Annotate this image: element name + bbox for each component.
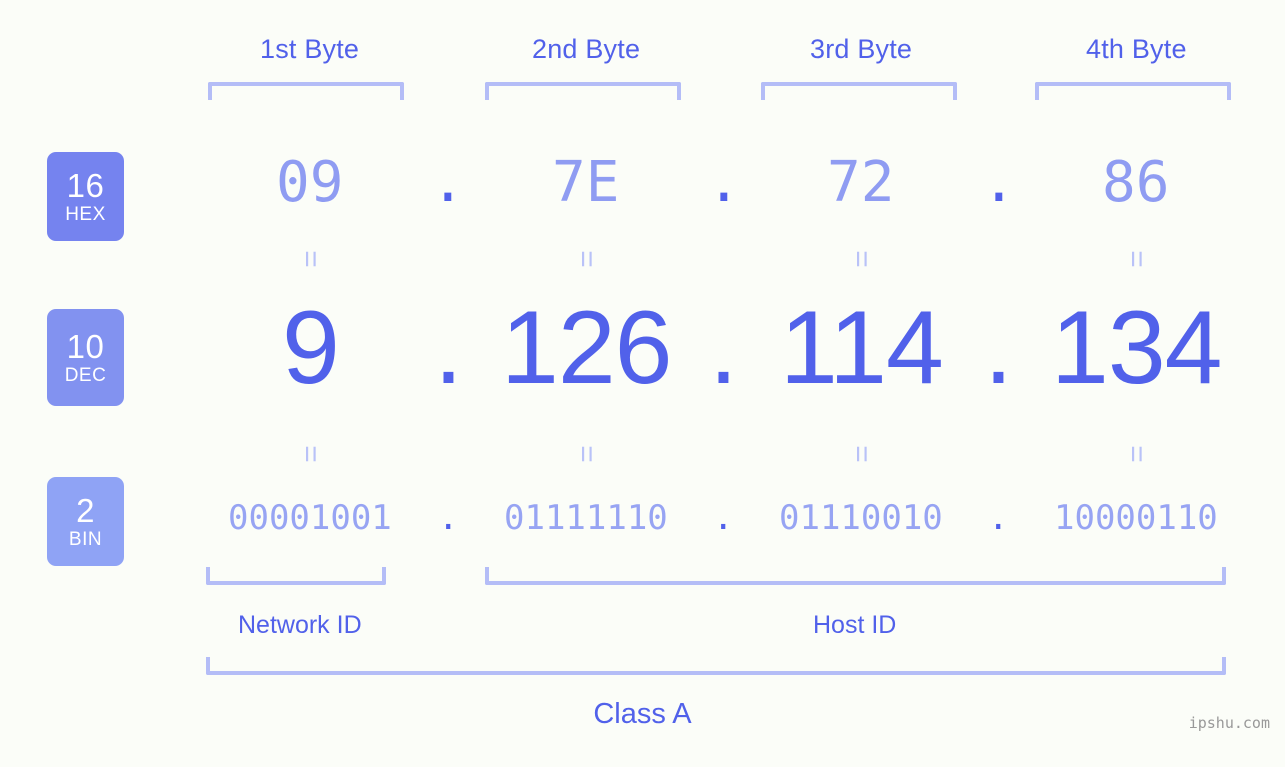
site-watermark: ipshu.com <box>1188 714 1270 732</box>
ip-address-breakdown-diagram: 1st Byte 2nd Byte 3rd Byte 4th Byte 16 H… <box>0 0 1285 767</box>
hex-octet-4: 86 <box>1102 150 1170 215</box>
bin-octet-4: 10000110 <box>1054 498 1218 538</box>
bin-separator-3: . <box>988 498 1009 538</box>
class-label: Class A <box>593 698 692 730</box>
hex-octet-2: 7E <box>552 150 620 215</box>
base-badge-dec: 10 DEC <box>47 309 124 406</box>
byte-header-label-1: 1st Byte <box>260 34 360 64</box>
equals-icon-dec-bin-4: = <box>1120 445 1153 463</box>
equals-icon-hex-dec-3: = <box>845 250 878 268</box>
bin-separator-1: . <box>438 498 459 538</box>
byte-bracket-1 <box>208 82 404 100</box>
hex-octet-3: 72 <box>827 150 895 215</box>
equals-icon-dec-bin-2: = <box>570 445 603 463</box>
hex-separator-2: . <box>707 150 741 215</box>
base-badge-dec-number: 10 <box>66 328 105 365</box>
dec-separator-1: . <box>434 290 463 406</box>
hex-separator-1: . <box>431 150 465 215</box>
base-badge-bin-name: BIN <box>68 529 103 550</box>
byte-bracket-2 <box>485 82 681 100</box>
network-id-label: Network ID <box>238 611 362 639</box>
dec-separator-2: . <box>709 290 738 406</box>
byte-header-label-4: 4th Byte <box>1086 34 1187 64</box>
dec-octet-2: 126 <box>501 290 673 406</box>
network-id-bracket <box>206 567 386 585</box>
equals-icon-hex-dec-2: = <box>570 250 603 268</box>
host-id-label: Host ID <box>813 611 897 639</box>
equals-icon-dec-bin-1: = <box>294 445 327 463</box>
hex-octet-1: 09 <box>276 150 344 215</box>
bin-octet-3: 01110010 <box>779 498 943 538</box>
base-badge-dec-name: DEC <box>64 365 107 386</box>
base-badge-hex: 16 HEX <box>47 152 124 241</box>
bin-octet-2: 01111110 <box>504 498 668 538</box>
base-badge-hex-number: 16 <box>66 167 105 204</box>
dec-octet-4: 134 <box>1051 290 1223 406</box>
class-bracket <box>206 657 1226 675</box>
base-badge-hex-name: HEX <box>65 204 106 225</box>
base-badge-bin: 2 BIN <box>47 477 124 566</box>
byte-bracket-4 <box>1035 82 1231 100</box>
bin-octet-1: 00001001 <box>228 498 392 538</box>
byte-header-label-3: 3rd Byte <box>810 34 913 64</box>
byte-bracket-3 <box>761 82 957 100</box>
dec-separator-3: . <box>984 290 1013 406</box>
equals-icon-hex-dec-1: = <box>294 250 327 268</box>
dec-octet-3: 114 <box>780 290 944 406</box>
class-label-wrap: Class A <box>0 698 1285 731</box>
bin-separator-2: . <box>713 498 734 538</box>
base-badge-bin-number: 2 <box>76 492 95 529</box>
equals-icon-hex-dec-4: = <box>1120 250 1153 268</box>
host-id-bracket <box>485 567 1226 585</box>
byte-header-label-2: 2nd Byte <box>532 34 641 64</box>
hex-separator-3: . <box>982 150 1016 215</box>
equals-icon-dec-bin-3: = <box>845 445 878 463</box>
dec-octet-1: 9 <box>282 290 340 406</box>
